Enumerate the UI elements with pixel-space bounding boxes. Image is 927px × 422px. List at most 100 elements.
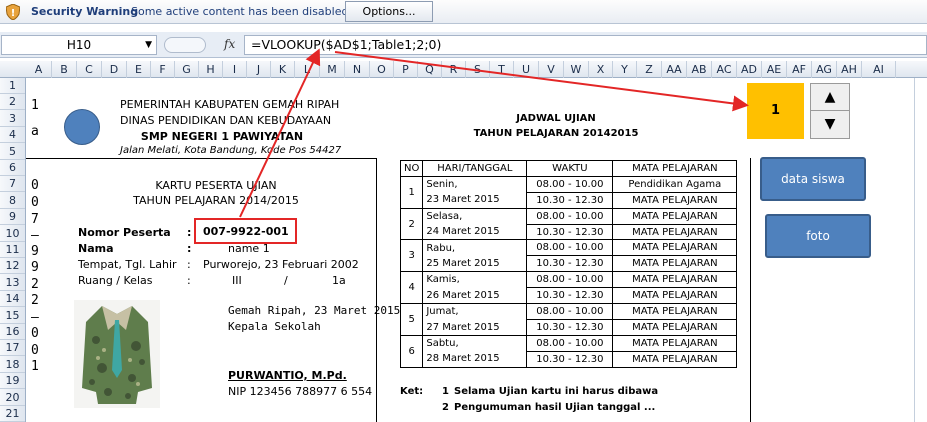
schedule-time: 08.00 - 10.00 [526,175,614,193]
column-header-u[interactable]: U [514,61,539,78]
row-header-9[interactable]: 9 [0,209,25,226]
chevron-down-icon[interactable]: ▼ [145,36,152,54]
row-header-3[interactable]: 3 [0,111,25,127]
schedule-time: 10.30 - 12.30 [526,191,614,209]
row-header-13[interactable]: 13 [0,275,25,291]
schedule-date: 27 Maret 2015 [422,319,528,336]
column-header-i[interactable]: I [223,61,247,78]
schedule-day: Jumat, [422,303,528,320]
column-header-s[interactable]: S [466,61,490,78]
row-header-19[interactable]: 19 [0,373,25,390]
row-header-10[interactable]: 10 [0,226,25,242]
column-header-ab[interactable]: AB [687,61,712,78]
notes-label: Ket: [400,386,424,397]
schedule-time: 10.30 - 12.30 [526,350,614,368]
column-header-h[interactable]: H [199,61,223,78]
schedule-header-cell: WAKTU [526,160,614,177]
column-header-l[interactable]: L [295,61,320,78]
foto-button[interactable]: foto [765,214,871,258]
column-header-z[interactable]: Z [637,61,662,78]
row-header-17[interactable]: 17 [0,340,25,357]
worksheet[interactable]: 1 a 0 0 7–9 9 2 2–0 0 1 PEMERINTAH KABUPATEN GEMA… [26,78,916,422]
vertical-char: 0 [31,178,39,193]
column-header-d[interactable]: D [102,61,127,78]
selector-cell[interactable]: 1 [747,83,804,139]
column-header-c[interactable]: C [77,61,102,78]
table-row: 1 Senin, 08.00 - 10.00 Pendidikan Agama [399,175,738,209]
row-header-16[interactable]: 16 [0,324,25,340]
table-row: 4 Kamis, 08.00 - 10.00 MATA PELAJARAN [399,271,738,305]
column-header-ai[interactable]: AI [862,61,896,78]
schedule-no: 3 [399,239,424,273]
schedule-subject: MATA PELAJARAN [612,287,738,305]
vertical-scrollbar[interactable] [914,78,927,422]
spin-up-icon[interactable]: ▲ [811,84,849,111]
schedule-header-row: NO HARI/TANGGAL WAKTU MATA PELAJARAN [399,160,738,177]
row-header-7[interactable]: 7 [0,176,25,193]
schedule-time: 10.30 - 12.30 [526,318,614,336]
row-header-12[interactable]: 12 [0,258,25,275]
column-header-o[interactable]: O [370,61,394,78]
column-header-r[interactable]: R [442,61,466,78]
column-header-p[interactable]: P [394,61,418,78]
column-header-ae[interactable]: AE [762,61,787,78]
column-header-n[interactable]: N [345,61,370,78]
column-header-x[interactable]: X [589,61,613,78]
column-header-k[interactable]: K [271,61,295,78]
spin-down-icon[interactable]: ▼ [811,111,849,138]
formula-bar-expand-handle[interactable] [164,37,206,53]
table-row: 26 Maret 2015 10.30 - 12.30 MATA PELAJARAN [401,287,738,305]
header-line-2: DINAS PENDIDIKAN DAN KEBUDAYAAN [120,114,332,127]
column-header-q[interactable]: Q [418,61,442,78]
column-header-ah[interactable]: AH [837,61,862,78]
row-header-6[interactable]: 6 [0,160,25,176]
row-header-11[interactable]: 11 [0,242,25,258]
row-header-8[interactable]: 8 [0,193,25,209]
student-photo [74,300,160,408]
table-row: 2 Selasa, 08.00 - 10.00 MATA PELAJARAN [399,207,738,241]
row-header-2[interactable]: 2 [0,94,25,111]
column-header-y[interactable]: Y [613,61,637,78]
schedule-date: 26 Maret 2015 [422,287,528,305]
table-row: 5 Jumat, 08.00 - 10.00 MATA PELAJARAN [399,303,738,336]
column-header-f[interactable]: F [151,61,175,78]
formula-input[interactable]: =VLOOKUP($AD$1;Table1;2;0) [244,35,927,55]
schedule-subtitle: TAHUN PELAJARAN 20142015 [473,128,639,139]
table-row: 23 Maret 2015 10.30 - 12.30 MATA PELAJARAN [401,191,738,209]
column-header-ac[interactable]: AC [712,61,737,78]
column-header-t[interactable]: T [490,61,514,78]
school-logo [64,109,100,145]
name-box[interactable]: H10 ▼ [1,35,157,55]
schedule-subject: MATA PELAJARAN [612,318,738,336]
column-header-a[interactable]: A [26,61,52,78]
column-header-g[interactable]: G [175,61,199,78]
column-header-af[interactable]: AF [787,61,812,78]
column-header-b[interactable]: B [52,61,77,78]
column-header-v[interactable]: V [539,61,564,78]
row-headers: 1 2 3 4 5 6 7 8 9 10 11 12 13 14 15 16 17 18 19 20 21 [0,78,26,422]
schedule-time: 08.00 - 10.00 [526,207,614,225]
column-header-j[interactable]: J [247,61,271,78]
security-warning-title: Security Warning [31,5,139,18]
row-header-21[interactable]: 21 [0,406,25,422]
column-header-aa[interactable]: AA [662,61,687,78]
insert-function-icon[interactable]: fx [224,37,235,51]
column-header-e[interactable]: E [127,61,151,78]
vertical-char: 2 [31,277,39,292]
row-header-1[interactable]: 1 [0,78,25,94]
row-header-4[interactable]: 4 [0,127,25,144]
column-header-m[interactable]: M [320,61,345,78]
row-header-5[interactable]: 5 [0,144,25,160]
column-header-ad[interactable]: AD [737,61,762,78]
table-row: 28 Maret 2015 10.30 - 12.30 MATA PELAJARAN [401,350,738,368]
spin-button[interactable]: ▲ ▼ [810,83,850,139]
row-header-14[interactable]: 14 [0,291,25,308]
data-siswa-button[interactable]: data siswa [760,157,866,201]
column-header-ag[interactable]: AG [812,61,837,78]
column-header-w[interactable]: W [564,61,589,78]
row-header-20[interactable]: 20 [0,390,25,406]
row-header-15[interactable]: 15 [0,308,25,324]
options-button[interactable]: Options... [345,1,433,22]
row-header-18[interactable]: 18 [0,357,25,373]
schedule-date: 24 Maret 2015 [422,224,528,241]
